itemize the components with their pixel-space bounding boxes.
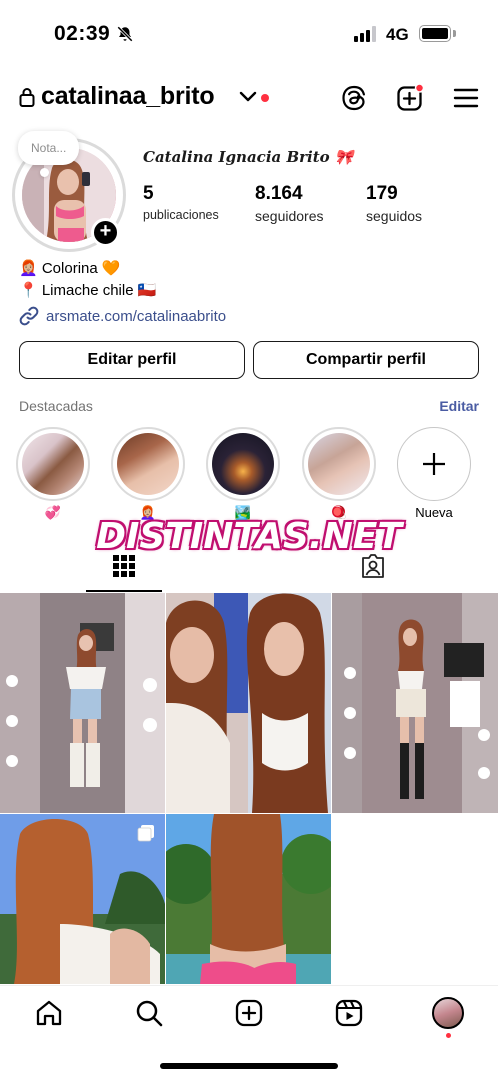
highlights-title: Destacadas	[19, 398, 93, 414]
create-icon[interactable]	[396, 84, 424, 112]
carousel-icon	[137, 825, 154, 842]
threads-icon[interactable]	[340, 84, 368, 112]
stat-posts-value: 5	[143, 183, 154, 204]
stat-following-label: seguidos	[366, 208, 423, 224]
note-bubble[interactable]: Nota...	[18, 131, 80, 165]
stat-followers[interactable]: 8.164 seguidores	[255, 183, 324, 224]
link-icon	[19, 306, 39, 326]
stat-posts-label: publicaciones	[143, 208, 219, 222]
highlights-edit-link[interactable]: Editar	[439, 398, 479, 414]
notification-dot	[261, 94, 269, 102]
display-name: Catalina Ignacia Brito 🎀	[143, 148, 354, 166]
status-bar: 02:39 4G	[0, 0, 498, 62]
watermark: DISTINTAS.NET	[96, 516, 402, 557]
signal-icon	[354, 26, 376, 42]
stat-following[interactable]: 179 seguidos	[366, 183, 422, 224]
plus-icon	[397, 427, 471, 501]
menu-icon[interactable]	[452, 84, 480, 112]
bell-slash-icon	[117, 26, 133, 42]
highlight-item[interactable]: 👩🏼‍🦰	[111, 427, 185, 521]
stat-followers-label: seguidores	[255, 208, 324, 224]
post-thumbnail[interactable]	[166, 593, 331, 813]
stat-posts[interactable]: 5 publicaciones	[143, 183, 219, 222]
create-icon[interactable]	[234, 998, 264, 1028]
reels-icon[interactable]	[334, 998, 364, 1028]
new-highlight-button[interactable]: Nueva	[397, 427, 471, 520]
chevron-down-icon[interactable]	[239, 90, 257, 104]
stat-followers-value: 8.164	[255, 183, 303, 204]
active-tab-indicator	[86, 590, 162, 592]
home-indicator	[160, 1063, 338, 1069]
home-icon[interactable]	[34, 998, 64, 1028]
status-time: 02:39	[54, 22, 111, 45]
bio-link-text: arsmate.com/catalinaabrito	[46, 307, 227, 325]
highlight-item[interactable]: 💞	[16, 427, 90, 521]
bio-line-2: 📍 Limache chile 🇨🇱	[19, 282, 157, 299]
battery-icon	[419, 25, 451, 42]
notification-dot	[446, 1033, 451, 1038]
share-profile-button[interactable]: Compartir perfil	[253, 341, 479, 379]
highlight-item[interactable]: 🪀	[302, 427, 376, 521]
post-thumbnail[interactable]	[0, 593, 165, 813]
highlight-item[interactable]: 🏞️	[206, 427, 280, 521]
profile-avatar-nav[interactable]	[432, 997, 464, 1029]
search-icon[interactable]	[134, 998, 164, 1028]
bio-line-1: 👩🏼‍🦰 Colorina 🧡	[19, 260, 121, 277]
profile-header: catalinaa_brito	[0, 78, 498, 118]
edit-profile-button[interactable]: Editar perfil	[19, 341, 245, 379]
lock-icon	[19, 88, 35, 107]
add-story-button[interactable]: +	[91, 218, 120, 247]
stat-following-value: 179	[366, 183, 398, 204]
post-thumbnail[interactable]	[0, 814, 165, 984]
post-thumbnail[interactable]	[166, 814, 331, 984]
username[interactable]: catalinaa_brito	[41, 82, 215, 111]
grid-icon[interactable]	[112, 554, 136, 578]
network-type: 4G	[386, 25, 409, 44]
post-thumbnail[interactable]	[332, 593, 498, 813]
bio-link[interactable]: arsmate.com/catalinaabrito	[19, 306, 226, 326]
